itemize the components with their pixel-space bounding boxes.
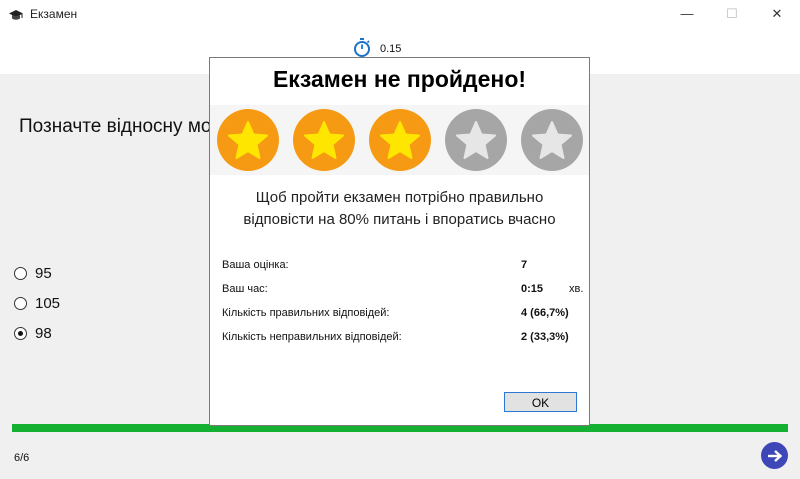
stat-row-score: Ваша оцінка: 7 <box>222 257 582 281</box>
answer-option[interactable]: 95 <box>14 258 60 288</box>
star-icon <box>379 121 420 159</box>
star-filled <box>292 109 355 171</box>
star-filled <box>216 109 279 171</box>
answer-option[interactable]: 98 <box>14 318 60 348</box>
stat-label: Кількість неправильних відповідей: <box>222 331 402 343</box>
title-bar: Екзамен — ☐ ✕ <box>0 0 800 30</box>
maximize-button[interactable]: ☐ <box>709 0 755 30</box>
stat-value: 7 <box>521 259 528 271</box>
stat-value: 4 (66,7%) <box>521 307 569 319</box>
question-text: Позначте відносну мо <box>19 116 212 137</box>
star-icon <box>227 121 268 159</box>
page-counter: 6/6 <box>14 452 30 464</box>
stats-table: Ваша оцінка: 7 Ваш час: 0:15 хв. Кількіс… <box>222 257 584 353</box>
next-button[interactable] <box>761 442 788 469</box>
dialog-message: Щоб пройти екзамен потрібно правильно ві… <box>243 189 556 228</box>
answer-option[interactable]: 105 <box>14 288 60 318</box>
stat-value: 0:15 <box>521 283 544 295</box>
stat-row-incorrect: Кількість неправильних відповідей: 2 (33… <box>222 329 582 353</box>
answer-label: 98 <box>35 324 52 342</box>
arrow-right-icon <box>767 449 782 462</box>
star-empty <box>520 109 583 171</box>
stat-label: Ваш час: <box>222 283 268 295</box>
window-title: Екзамен <box>30 7 78 21</box>
stat-label: Кількість правильних відповідей: <box>222 307 390 319</box>
stat-unit: хв. <box>569 283 584 295</box>
stat-value: 2 (33,3%) <box>521 331 569 343</box>
graduation-cap-icon <box>9 10 23 20</box>
stat-row-correct: Кількість правильних відповідей: 4 (66,7… <box>222 305 582 329</box>
stat-row-time: Ваш час: 0:15 хв. <box>222 281 584 305</box>
stat-label: Ваша оцінка: <box>222 259 289 271</box>
star-icon <box>531 121 572 159</box>
radio-button[interactable] <box>14 296 27 310</box>
close-button[interactable]: ✕ <box>754 0 800 30</box>
radio-button[interactable] <box>14 266 27 280</box>
dialog-title: Екзамен не пройдено! <box>272 66 527 92</box>
star-icon <box>455 121 496 159</box>
stopwatch-icon <box>354 38 370 57</box>
answer-label: 95 <box>35 264 52 282</box>
timer-value: 0.15 <box>380 43 402 55</box>
star-empty <box>444 109 507 171</box>
star-filled <box>368 109 431 171</box>
radio-button[interactable] <box>14 326 27 340</box>
minimize-button[interactable]: — <box>664 0 710 30</box>
ok-button[interactable]: OK <box>504 392 577 412</box>
star-rating <box>210 105 589 175</box>
answer-list: 95 105 98 <box>14 258 60 348</box>
star-icon <box>303 121 344 159</box>
answer-label: 105 <box>35 294 61 312</box>
result-dialog: Екзамен не пройдено! Щоб пройти екзамен … <box>209 57 590 426</box>
